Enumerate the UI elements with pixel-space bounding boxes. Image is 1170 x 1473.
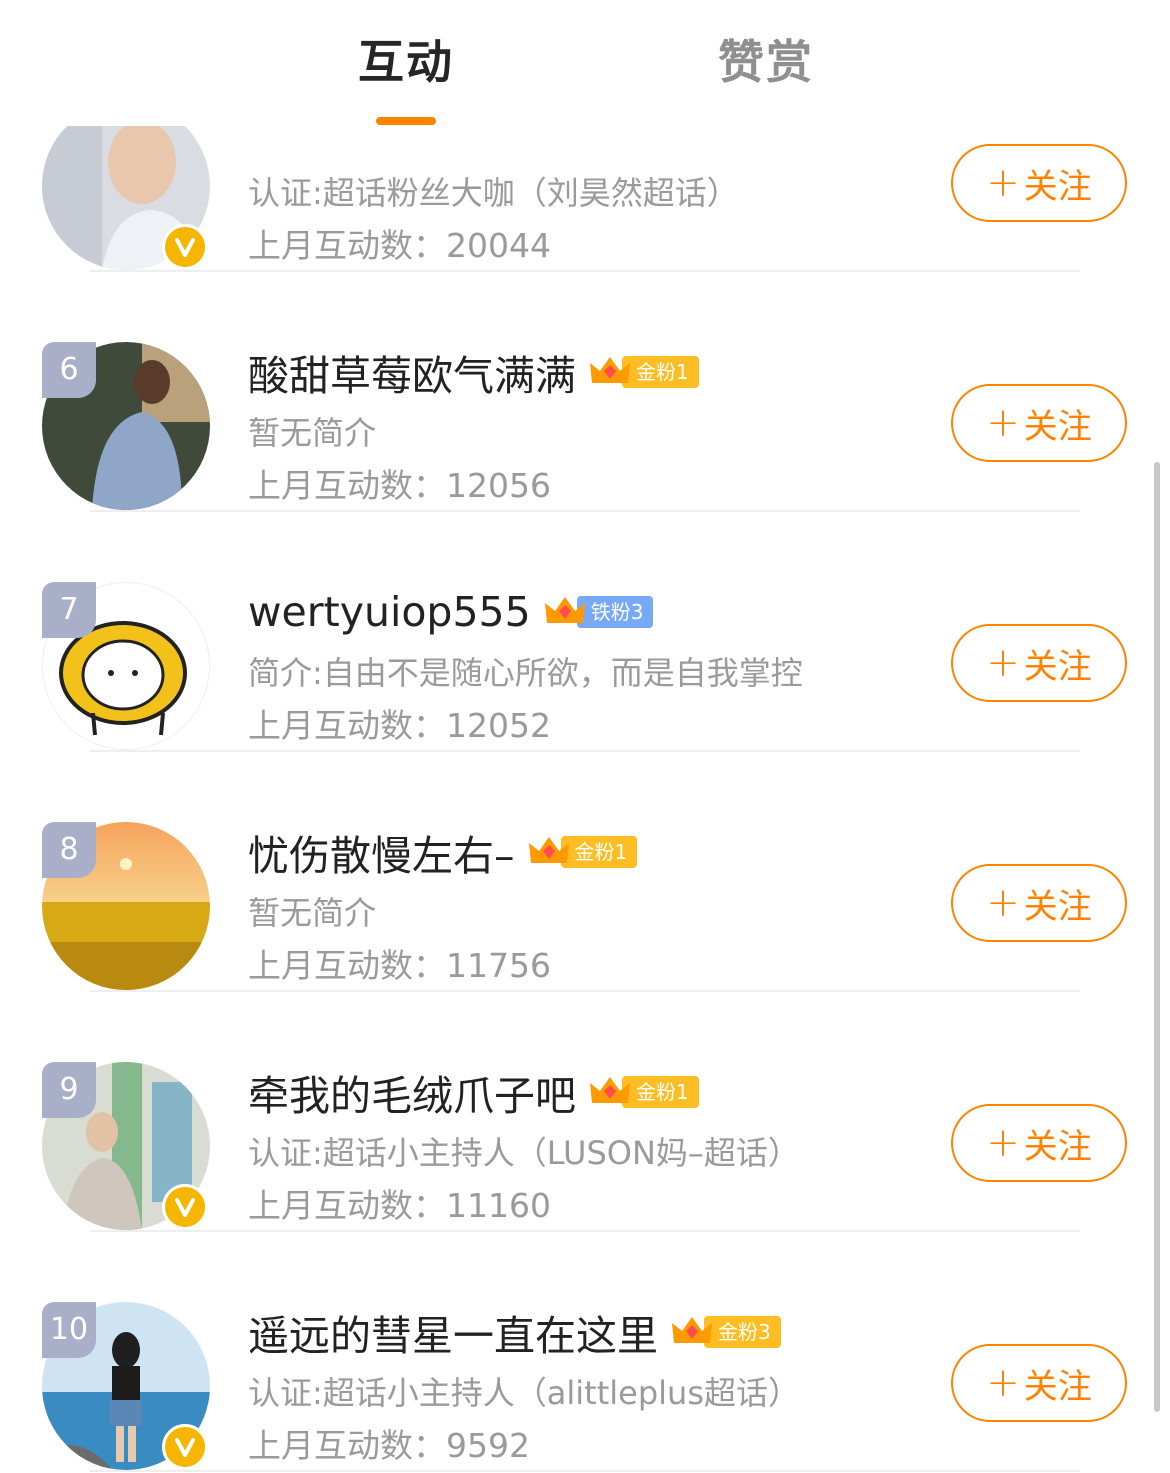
rank-badge: 10: [42, 1302, 96, 1358]
plus-icon: +: [986, 640, 1020, 686]
monthly-interaction-count: 上月互动数：11160: [248, 1186, 551, 1225]
fan-ranking-list: 认证:超话粉丝大咖（刘昊然超话） 上月互动数：20044 + 关注 6 酸甜草莓…: [0, 0, 1170, 1473]
follow-label: 关注: [1023, 1126, 1092, 1167]
divider: [90, 1470, 1080, 1472]
verified-badge-icon: [162, 1424, 208, 1470]
monthly-interaction-count: 上月互动数：12052: [248, 706, 551, 745]
verified-badge-icon: [162, 224, 208, 270]
plus-icon: +: [986, 880, 1020, 926]
rank-badge: 6: [42, 342, 96, 398]
follow-label: 关注: [1023, 406, 1092, 447]
monthly-interaction-count: 上月互动数：20044: [248, 226, 551, 265]
monthly-interaction-count: 上月互动数：9592: [248, 1426, 530, 1465]
fan-level-label: 铁粉3: [576, 596, 654, 628]
verified-badge-icon: [162, 1184, 208, 1230]
name-line: 遥远的彗星一直在这里 金粉3: [248, 1302, 781, 1362]
monthly-interaction-count: 上月互动数：11756: [248, 946, 551, 985]
fan-level-label: 金粉1: [622, 356, 699, 388]
follow-label: 关注: [1023, 646, 1092, 687]
user-name[interactable]: 遥远的彗星一直在这里: [248, 1302, 658, 1362]
fan-level-label: 金粉3: [704, 1316, 781, 1348]
fan-level-badge: 金粉3: [670, 1313, 781, 1351]
plus-icon: +: [986, 160, 1020, 206]
name-line: wertyuiop555 铁粉3: [248, 582, 654, 642]
fan-level-badge: 金粉1: [588, 353, 699, 391]
tab-reward[interactable]: 赞赏: [718, 32, 814, 92]
active-tab-indicator: [376, 117, 436, 125]
user-intro: 认证:超话小主持人（LUSON妈–超话）: [248, 1134, 800, 1172]
follow-button[interactable]: + 关注: [951, 864, 1127, 942]
follow-label: 关注: [1023, 166, 1092, 207]
monthly-interaction-count: 上月互动数：12056: [248, 466, 551, 505]
follow-button[interactable]: + 关注: [951, 1344, 1127, 1422]
rank-badge: 7: [42, 582, 96, 638]
rank-badge: 9: [42, 1062, 96, 1118]
user-name[interactable]: 忧伤散慢左右–: [248, 822, 515, 882]
name-line: 酸甜草莓欧气满满 金粉1: [248, 342, 699, 402]
user-name[interactable]: 牵我的毛绒爪子吧: [248, 1062, 576, 1122]
scrollbar[interactable]: [1154, 462, 1160, 1412]
list-item[interactable]: 6 酸甜草莓欧气满满 金粉1 暂无简介 上月互动数：12056 + 关注: [0, 272, 1170, 512]
fan-level-badge: 金粉1: [527, 833, 638, 871]
follow-button[interactable]: + 关注: [951, 624, 1127, 702]
crown-icon: [672, 1317, 712, 1343]
fan-level-label: 金粉1: [560, 836, 638, 868]
plus-icon: +: [986, 1120, 1020, 1166]
follow-button[interactable]: + 关注: [951, 384, 1127, 462]
user-name[interactable]: wertyuiop555: [248, 588, 531, 636]
list-item[interactable]: 10 遥远的彗星一直在这里 金粉3 认证:超话小主持人（alittleplus超…: [0, 1232, 1170, 1472]
list-item[interactable]: 8 忧伤散慢左右– 金粉1 暂无简介 上月互动数：11756 + 关注: [0, 752, 1170, 992]
tab-bar: 互动 赞赏: [0, 0, 1170, 126]
list-item[interactable]: 9 牵我的毛绒爪子吧 金粉1 认证:超话小主持人（LUSON妈–超话） 上月互动…: [0, 992, 1170, 1232]
user-intro: 暂无简介: [248, 894, 377, 932]
fan-level-label: 金粉1: [622, 1076, 699, 1108]
crown-icon: [528, 837, 569, 863]
crown-icon: [590, 1077, 630, 1103]
user-intro: 简介:自由不是随心所欲，而是自我掌控: [248, 654, 803, 692]
name-line: 忧伤散慢左右– 金粉1: [248, 822, 638, 882]
follow-label: 关注: [1023, 1366, 1092, 1407]
crown-icon: [544, 597, 585, 623]
user-name[interactable]: 酸甜草莓欧气满满: [248, 342, 576, 402]
crown-icon: [590, 357, 630, 383]
plus-icon: +: [986, 1360, 1020, 1406]
list-item[interactable]: 7 wertyuiop555 铁粉3 简介:自由不是随心所欲，而是自我掌控 上月…: [0, 512, 1170, 752]
follow-button[interactable]: + 关注: [951, 144, 1127, 222]
name-line: 牵我的毛绒爪子吧 金粉1: [248, 1062, 699, 1122]
plus-icon: +: [986, 400, 1020, 446]
user-intro: 暂无简介: [248, 414, 377, 452]
fan-level-badge: 铁粉3: [543, 593, 654, 631]
user-intro: 认证:超话小主持人（alittleplus超话）: [248, 1374, 801, 1412]
rank-badge: 8: [42, 822, 96, 878]
user-intro: 认证:超话粉丝大咖（刘昊然超话）: [248, 174, 739, 212]
follow-label: 关注: [1023, 886, 1092, 927]
tab-interaction[interactable]: 互动: [358, 32, 454, 92]
follow-button[interactable]: + 关注: [951, 1104, 1127, 1182]
fan-level-badge: 金粉1: [588, 1073, 699, 1111]
